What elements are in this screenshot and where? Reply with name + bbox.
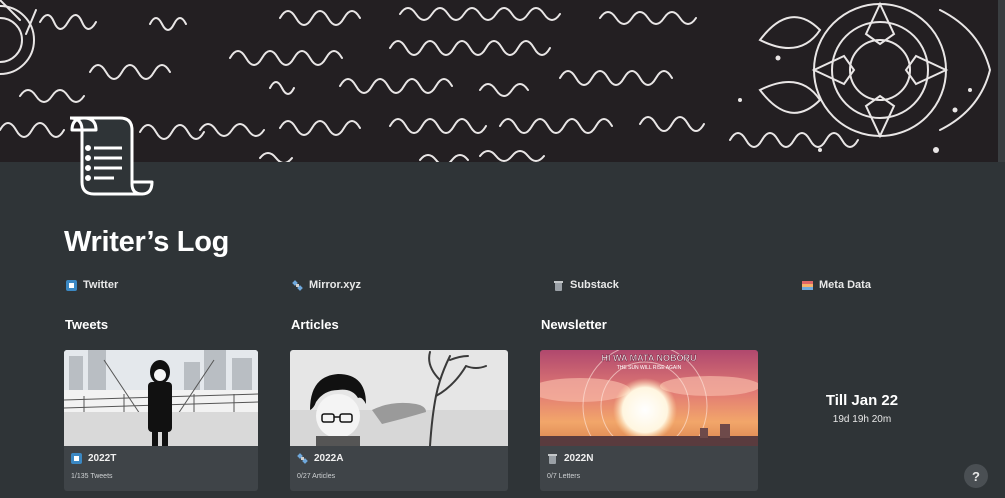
cover-text-2: THE SUN WILL RISE AGAIN [617, 365, 682, 371]
manga-boy-cityscape-image [64, 350, 258, 446]
card-name: 2022N [564, 453, 594, 464]
cover-text-1: HI WA MATA NOBORU [602, 353, 697, 363]
link-meta-data[interactable]: Meta Data [802, 277, 871, 293]
link-label: Meta Data [819, 279, 871, 291]
satellite-icon [297, 453, 308, 464]
link-label: Mirror.xyz [309, 279, 361, 291]
card-property: 0/7 Letters [547, 473, 581, 480]
section-heading-newsletter: Newsletter [541, 317, 607, 332]
section-heading-articles: Articles [291, 317, 339, 332]
trash-can-icon [553, 280, 564, 291]
card-title: 2022A [297, 453, 343, 464]
page-title: Writer’s Log [64, 226, 230, 258]
link-mirror[interactable]: Mirror.xyz [292, 277, 361, 293]
section-heading-tweets: Tweets [65, 317, 109, 332]
gallery-card-2022a[interactable]: 2022A 0/27 Articles [290, 350, 508, 491]
books-icon [802, 280, 813, 291]
gallery-card-2022n[interactable]: HI WA MATA NOBORU THE SUN WILL RISE AGAI… [540, 350, 758, 491]
twitter-icon [71, 453, 82, 464]
card-name: 2022T [88, 453, 117, 464]
help-button[interactable]: ? [964, 464, 988, 488]
trash-can-icon [547, 453, 558, 464]
link-label: Twitter [83, 279, 119, 291]
link-twitter[interactable]: Twitter [66, 277, 118, 293]
card-title: 2022T [71, 453, 116, 464]
sunset-anime-image: HI WA MATA NOBORU THE SUN WILL RISE AGAI… [540, 350, 758, 446]
card-title: 2022N [547, 453, 593, 464]
twitter-icon [66, 279, 77, 291]
satellite-icon [292, 279, 303, 291]
card-property: 1/135 Tweets [71, 473, 113, 480]
card-property: 0/27 Articles [297, 473, 336, 480]
countdown-title: Till Jan 22 [825, 392, 899, 409]
card-name: 2022A [314, 453, 344, 464]
scroll-icon[interactable] [68, 112, 154, 200]
cover-edge [998, 0, 1005, 162]
gallery-card-2022t[interactable]: 2022T 1/135 Tweets [64, 350, 258, 491]
countdown-remaining: 19d 19h 20m [832, 414, 892, 425]
manga-boy-glasses-tree-image [290, 350, 508, 446]
link-substack[interactable]: Substack [553, 277, 619, 293]
link-label: Substack [570, 279, 619, 291]
countdown-widget: Till Jan 22 19d 19h 20m [790, 392, 934, 425]
